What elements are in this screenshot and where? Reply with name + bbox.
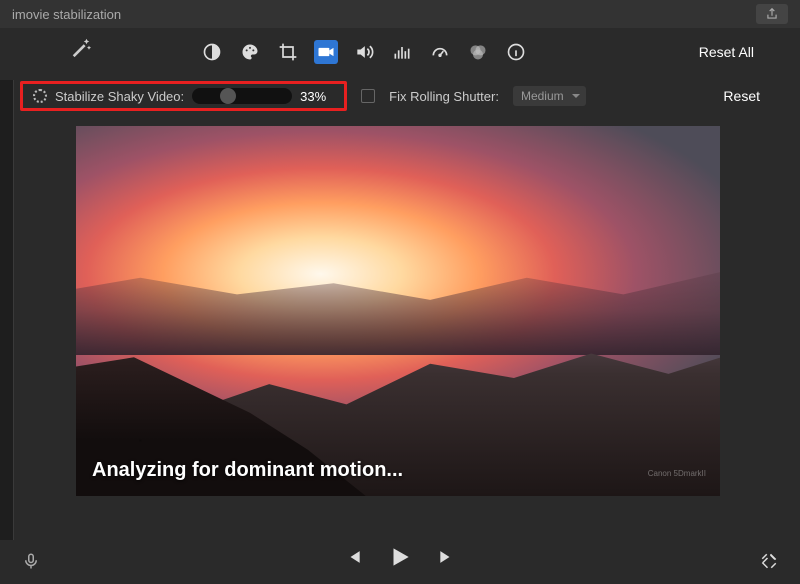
inspector-toolbar: Reset All <box>0 28 800 76</box>
video-preview: Analyzing for dominant motion... Canon 5… <box>76 126 720 496</box>
contrast-icon <box>202 42 222 62</box>
fullscreen-button[interactable] <box>760 552 778 570</box>
transport-controls <box>0 530 800 584</box>
tab-color-balance[interactable] <box>200 40 224 64</box>
play-button[interactable] <box>387 544 413 570</box>
skip-back-icon <box>343 547 363 567</box>
crop-icon <box>278 42 298 62</box>
reset-button[interactable]: Reset <box>723 88 780 104</box>
volume-icon <box>354 42 374 62</box>
tab-info[interactable] <box>504 40 528 64</box>
filters-icon <box>468 42 488 62</box>
rolling-shutter-value: Medium <box>521 89 564 103</box>
next-frame-button[interactable] <box>437 547 457 567</box>
reset-all-button[interactable]: Reset All <box>699 44 784 60</box>
info-icon <box>506 42 526 62</box>
clip-metadata: Canon 5DmarkII <box>648 469 706 478</box>
tab-color-correction[interactable] <box>238 40 262 64</box>
wand-icon <box>70 36 92 58</box>
slider-knob[interactable] <box>220 88 236 104</box>
tab-noise-eq[interactable] <box>390 40 414 64</box>
titlebar: imovie stabilization <box>0 0 800 28</box>
stabilize-percent: 33% <box>300 89 334 104</box>
share-icon <box>765 7 779 21</box>
left-panel-edge <box>0 80 14 540</box>
expand-icon <box>760 552 778 570</box>
stabilization-settings: Stabilize Shaky Video: 33% Fix Rolling S… <box>0 76 800 116</box>
levels-icon <box>392 42 412 62</box>
share-button[interactable] <box>756 4 788 24</box>
tab-filter[interactable] <box>466 40 490 64</box>
window-title: imovie stabilization <box>12 7 121 22</box>
play-icon <box>387 544 413 570</box>
stabilize-highlight: Stabilize Shaky Video: 33% <box>20 81 347 111</box>
tab-crop[interactable] <box>276 40 300 64</box>
spinner-icon <box>33 89 47 103</box>
preview-image-layer <box>76 126 720 496</box>
magic-wand-button[interactable] <box>70 36 92 58</box>
rolling-shutter-dropdown[interactable]: Medium <box>513 86 586 106</box>
speedometer-icon <box>430 42 450 62</box>
stabilize-slider[interactable] <box>192 88 292 104</box>
rolling-shutter-label: Fix Rolling Shutter: <box>389 89 499 104</box>
prev-frame-button[interactable] <box>343 547 363 567</box>
tab-stabilization[interactable] <box>314 40 338 64</box>
microphone-icon <box>22 552 40 570</box>
camera-icon <box>316 42 336 62</box>
analysis-overlay: Analyzing for dominant motion... <box>92 459 403 482</box>
tab-speed[interactable] <box>428 40 452 64</box>
tab-volume[interactable] <box>352 40 376 64</box>
stabilize-label: Stabilize Shaky Video: <box>55 89 184 104</box>
voiceover-button[interactable] <box>22 552 40 570</box>
skip-forward-icon <box>437 547 457 567</box>
inspector-tabs <box>200 40 528 64</box>
rolling-shutter-checkbox[interactable] <box>361 89 375 103</box>
palette-icon <box>240 42 260 62</box>
